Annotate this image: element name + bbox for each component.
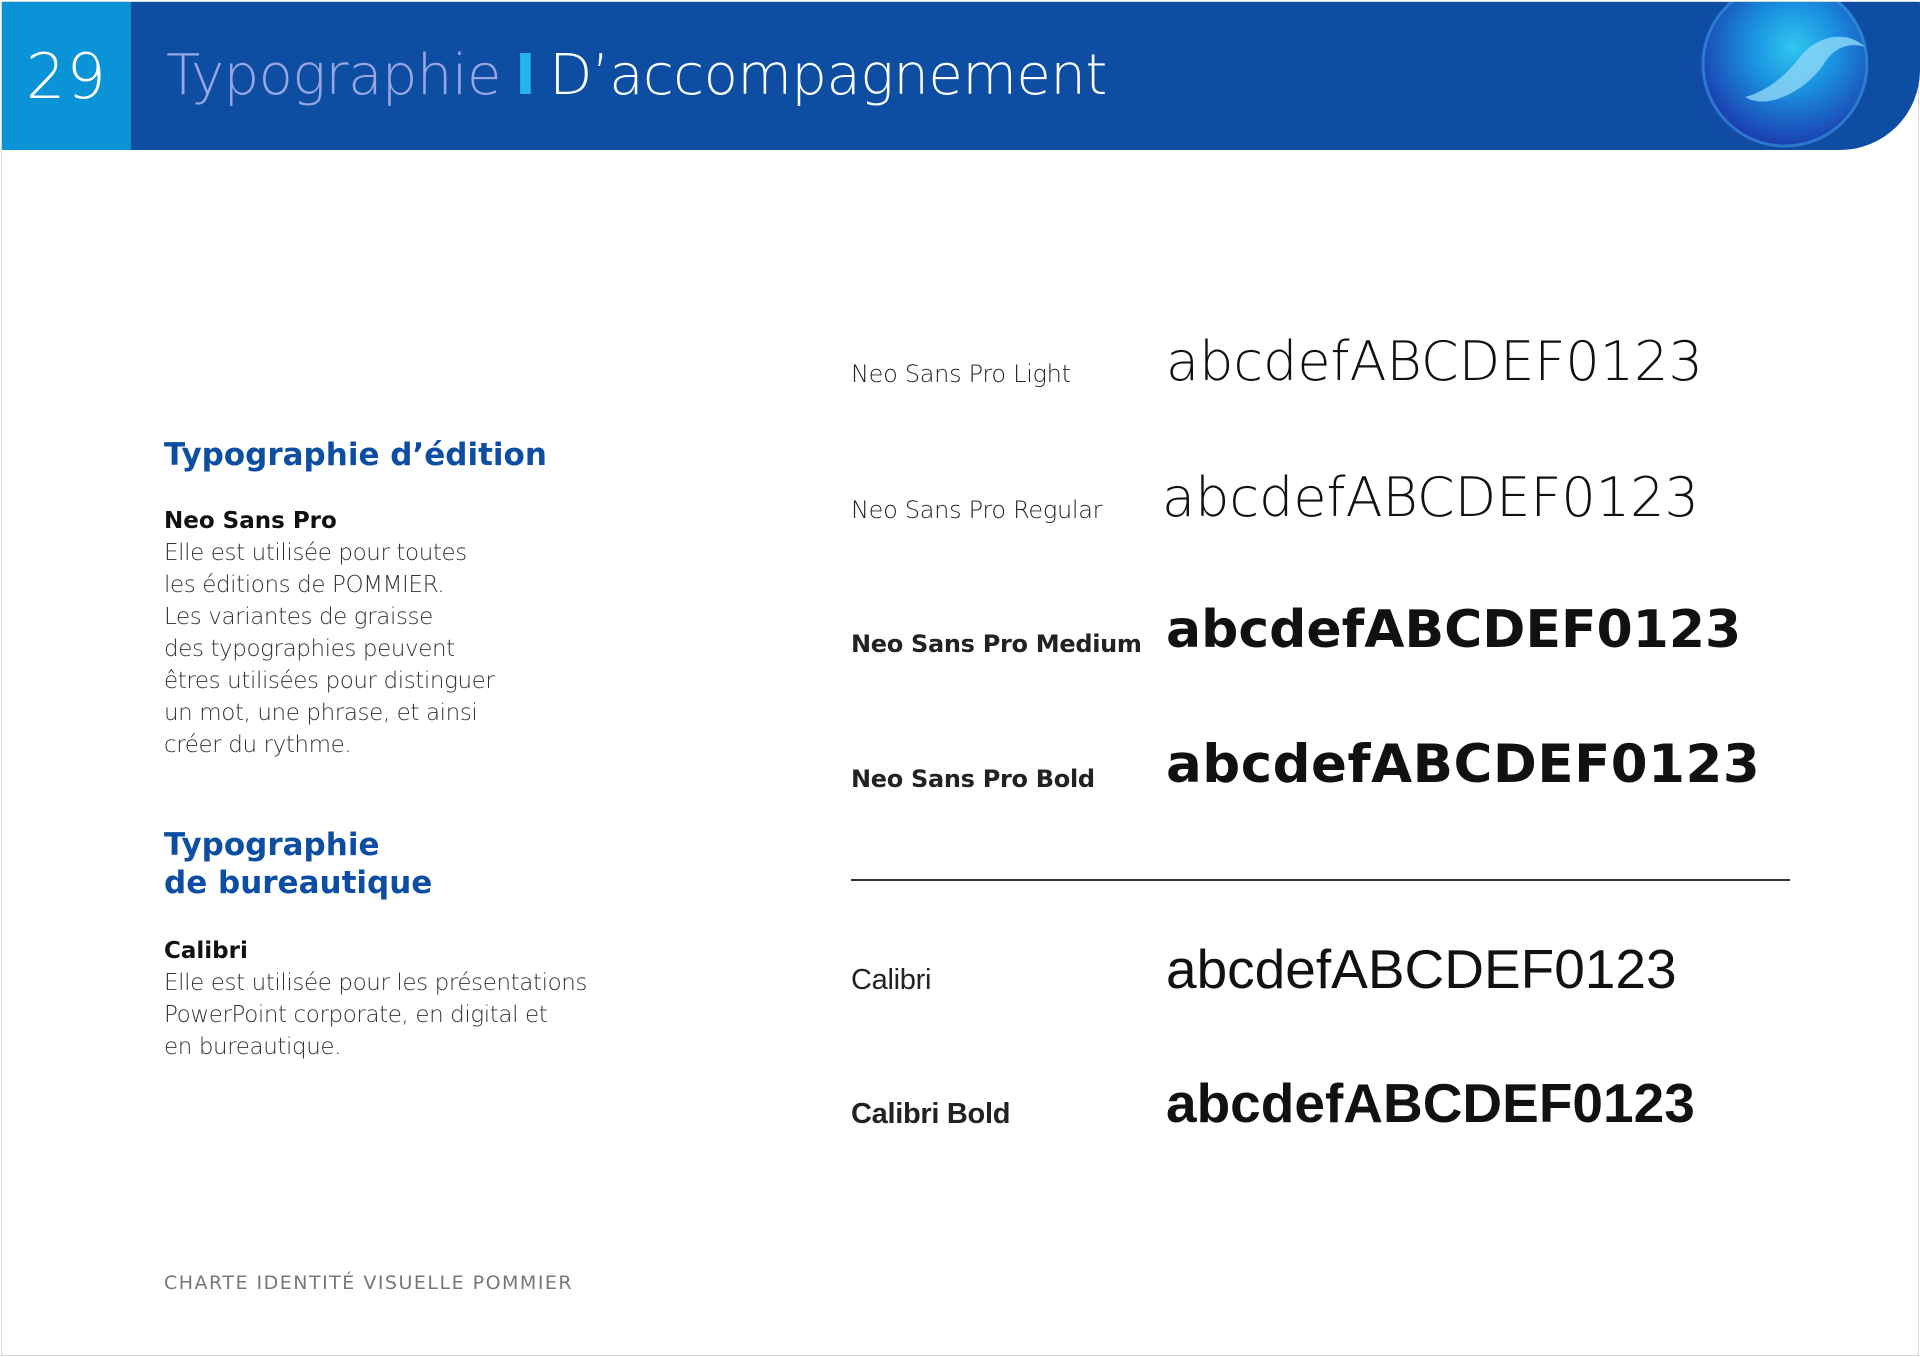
edition-description: Elle est utilisée pour toutes les éditio… bbox=[164, 537, 495, 761]
page-title-sub: D’accompagnement bbox=[549, 42, 1107, 108]
pommier-orb-icon bbox=[1678, 2, 1882, 150]
edition-description-line: un mot, une phrase, et ainsi bbox=[164, 700, 478, 726]
edition-description-line: des typographies peuvent bbox=[164, 636, 455, 662]
specimen-sample-neo-bold: abcdefABCDEF0123 bbox=[1166, 734, 1761, 795]
page-title-main: Typographie bbox=[166, 42, 501, 108]
edition-description-line: Les variantes de graisse bbox=[164, 604, 433, 630]
page-title: Typographie I D’accompagnement bbox=[166, 40, 1107, 110]
office-font-name: Calibri bbox=[164, 938, 248, 964]
specimen-sample-neo-regular: abcdefABCDEF0123 bbox=[1162, 466, 1699, 529]
specimen-sample-neo-medium: abcdefABCDEF0123 bbox=[1166, 600, 1742, 660]
header-band: 29 Typographie I D’accompagnement bbox=[2, 2, 1920, 150]
office-description-line: Elle est utilisée pour les présentations bbox=[164, 970, 588, 996]
specimen-label-neo-bold: Neo Sans Pro Bold bbox=[851, 765, 1095, 793]
office-description: Elle est utilisée pour les présentations… bbox=[164, 967, 587, 1063]
specimen-label-neo-medium: Neo Sans Pro Medium bbox=[851, 630, 1142, 658]
edition-font-name: Neo Sans Pro bbox=[164, 508, 337, 534]
specimen-label-calibri: Calibri bbox=[851, 964, 932, 996]
edition-heading: Typographie d’édition bbox=[164, 437, 547, 473]
specimen-label-neo-regular: Neo Sans Pro Regular bbox=[851, 496, 1103, 524]
edition-description-line: êtres utilisées pour distinguer bbox=[164, 668, 495, 694]
specimen-sample-neo-light: abcdefABCDEF0123 bbox=[1166, 330, 1703, 393]
office-description-line: en bureautique. bbox=[164, 1034, 342, 1060]
specimen-divider bbox=[851, 879, 1790, 881]
page-number: 29 bbox=[26, 39, 107, 113]
office-heading-line: Typographie bbox=[164, 827, 380, 863]
page-title-separator: I bbox=[514, 42, 536, 108]
specimen-label-calibri-bold: Calibri Bold bbox=[851, 1098, 1011, 1130]
edition-description-line: Elle est utilisée pour toutes bbox=[164, 540, 467, 566]
office-description-line: PowerPoint corporate, en digital et bbox=[164, 1002, 548, 1028]
specimen-sample-calibri-bold: abcdefABCDEF0123 bbox=[1166, 1072, 1695, 1134]
specimen-label-neo-light: Neo Sans Pro Light bbox=[851, 360, 1071, 388]
footer-text: CHARTE IDENTITÉ VISUELLE POMMIER bbox=[164, 1272, 574, 1294]
office-heading-line: de bureautique bbox=[164, 865, 433, 901]
office-heading: Typographie de bureautique bbox=[164, 826, 432, 902]
edition-description-line: les éditions de POMMIER. bbox=[164, 572, 445, 598]
specimen-sample-calibri: abcdefABCDEF0123 bbox=[1166, 938, 1677, 1000]
edition-description-line: créer du rythme. bbox=[164, 732, 352, 758]
